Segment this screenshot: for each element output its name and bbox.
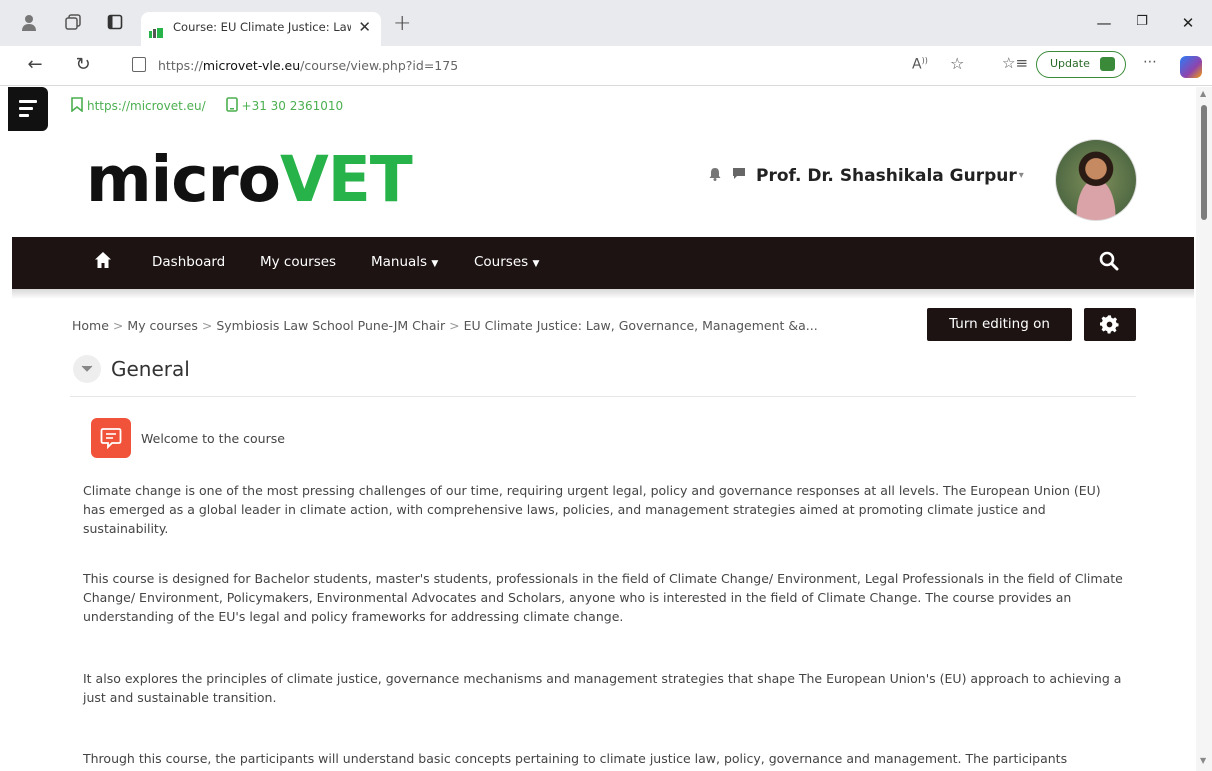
drawer-toggle-button[interactable] — [8, 87, 48, 131]
home-icon[interactable] — [94, 251, 112, 269]
browser-tab[interactable]: Course: EU Climate Justice: Law, G ✕ — [141, 12, 381, 46]
profile-icon[interactable] — [20, 14, 38, 32]
refresh-icon[interactable]: ↻ — [72, 54, 94, 75]
breadcrumb-category[interactable]: Symbiosis Law School Pune-JM Chair — [216, 318, 445, 333]
page-scrollbar[interactable]: ▲ ▼ — [1196, 87, 1212, 771]
forum-icon[interactable] — [91, 418, 131, 458]
browser-titlebar: Course: EU Climate Justice: Law, G ✕ + —… — [0, 0, 1212, 46]
back-icon[interactable]: ← — [24, 54, 46, 75]
section-collapse-toggle[interactable] — [73, 355, 101, 383]
course-description-paragraph: Through this course, the participants wi… — [83, 751, 1068, 766]
url-text: https://microvet-vle.eu/course/view.php?… — [158, 58, 459, 73]
close-window-icon[interactable]: ✕ — [1178, 14, 1198, 32]
nav-dashboard[interactable]: Dashboard — [152, 254, 225, 270]
phone-number[interactable]: +31 30 2361010 — [242, 99, 344, 113]
user-menu[interactable]: Prof. Dr. Shashikala Gurpur ▾ — [708, 165, 1024, 186]
site-info-icon[interactable] — [132, 57, 146, 72]
breadcrumb-home[interactable]: Home — [72, 318, 109, 333]
breadcrumb-course[interactable]: EU Climate Justice: Law, Governance, Man… — [464, 318, 818, 333]
chevron-down-icon — [81, 365, 93, 372]
gear-icon — [1100, 315, 1119, 334]
favorites-bar-icon[interactable]: ☆≡ — [1002, 54, 1028, 72]
site-contact-info: https://microvet.eu/ +31 30 2361010 — [71, 97, 343, 117]
messages-icon[interactable] — [732, 167, 746, 184]
breadcrumb: Home > My courses > Symbiosis Law School Pun… — [72, 318, 818, 333]
website-link[interactable]: https://microvet.eu/ — [87, 99, 206, 113]
microvet-logo[interactable]: microVET — [86, 145, 413, 215]
address-bar: ← ↻ https://microvet-vle.eu/course/view.… — [0, 46, 1212, 86]
page-viewport: https://microvet.eu/ +31 30 2361010 micr… — [8, 87, 1196, 771]
tab-actions-icon[interactable] — [106, 14, 124, 32]
chevron-down-icon[interactable]: ▾ — [1019, 170, 1024, 181]
scroll-up-icon[interactable]: ▲ — [1200, 89, 1206, 98]
restore-icon[interactable]: ❐ — [1132, 14, 1152, 29]
main-navbar: Dashboard My courses Manuals ▼ Courses ▼ — [12, 237, 1194, 289]
course-settings-button[interactable] — [1084, 308, 1136, 341]
close-tab-icon[interactable]: ✕ — [358, 18, 371, 36]
update-button[interactable]: Update — [1036, 51, 1126, 78]
course-description-paragraph: Climate change is one of the most pressi… — [83, 483, 1101, 536]
minimize-icon[interactable]: — — [1094, 14, 1114, 32]
copilot-icon[interactable] — [1180, 56, 1202, 78]
avatar[interactable] — [1055, 139, 1137, 221]
notification-bell-icon[interactable] — [708, 167, 722, 185]
url-field[interactable]: https://microvet-vle.eu/course/view.php?… — [120, 51, 1000, 81]
section-title: General — [111, 357, 190, 381]
course-description-paragraph: It also explores the principles of clima… — [83, 671, 1122, 705]
search-icon[interactable] — [1099, 251, 1121, 273]
update-icon — [1100, 57, 1115, 71]
breadcrumb-my-courses[interactable]: My courses — [127, 318, 197, 333]
collections-icon[interactable] — [64, 14, 82, 32]
nav-my-courses[interactable]: My courses — [260, 254, 336, 270]
section-divider — [70, 396, 1136, 397]
navbar-shadow — [12, 289, 1194, 299]
user-name[interactable]: Prof. Dr. Shashikala Gurpur — [756, 166, 1017, 186]
scroll-thumb[interactable] — [1201, 105, 1207, 220]
phone-icon — [225, 97, 238, 116]
nav-courses[interactable]: Courses ▼ — [474, 254, 539, 270]
welcome-activity-link[interactable]: Welcome to the course — [141, 431, 285, 446]
turn-editing-on-button[interactable]: Turn editing on — [927, 308, 1072, 341]
site-favicon — [149, 23, 163, 38]
bookmark-icon — [71, 97, 83, 116]
course-description-paragraph: This course is designed for Bachelor stu… — [83, 571, 1123, 624]
tab-title: Course: EU Climate Justice: Law, G — [173, 20, 351, 34]
scroll-down-icon[interactable]: ▼ — [1200, 756, 1206, 765]
more-icon[interactable]: ⋯ — [1143, 54, 1157, 70]
nav-manuals[interactable]: Manuals ▼ — [371, 254, 438, 270]
new-tab-icon[interactable]: + — [393, 11, 411, 36]
favorite-icon[interactable]: ☆ — [950, 54, 964, 73]
read-aloud-icon[interactable]: A)) — [912, 56, 928, 73]
